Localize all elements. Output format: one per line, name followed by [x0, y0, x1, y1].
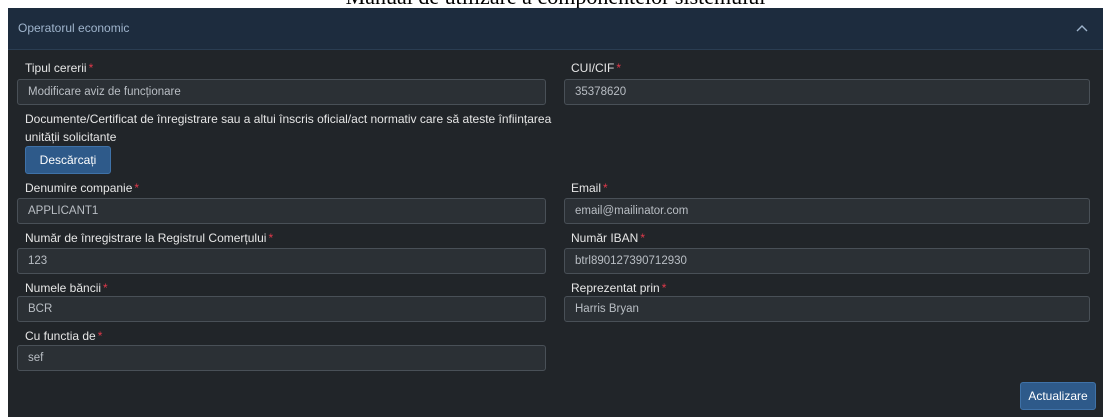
- denumire-companie-label: Denumire companie *: [25, 181, 140, 195]
- functia-field[interactable]: sef: [17, 345, 546, 371]
- tipul-cererii-field[interactable]: Modificare aviz de funcționare: [17, 79, 546, 105]
- email-field[interactable]: email@mailinator.com: [564, 198, 1090, 224]
- iban-field[interactable]: btrl890127390712930: [564, 248, 1090, 274]
- panel-title: Operatorul economic: [18, 21, 130, 35]
- nr-registru-field[interactable]: 123: [17, 248, 546, 274]
- denumire-companie-field[interactable]: APPLICANT1: [17, 198, 546, 224]
- update-button[interactable]: Actualizare: [1020, 382, 1096, 410]
- document-title: Manual de utilizare a componentelor sist…: [0, 0, 1111, 8]
- cui-cif-label: CUI/CIF *: [571, 61, 622, 75]
- download-button[interactable]: Descărcați: [25, 146, 111, 174]
- functia-label: Cu functia de *: [25, 329, 103, 343]
- email-label: Email *: [571, 181, 608, 195]
- reprezentat-field[interactable]: Harris Bryan: [564, 296, 1090, 322]
- chevron-up-icon[interactable]: [1075, 23, 1089, 33]
- documents-description: Documente/Certificat de înregistrare sau…: [25, 112, 552, 144]
- banca-field[interactable]: BCR: [17, 296, 546, 322]
- tipul-cererii-label: Tipul cererii *: [25, 61, 94, 75]
- banca-label: Numele băncii *: [25, 281, 108, 295]
- nr-registru-label: Număr de înregistrare la Registrul Comer…: [25, 231, 274, 245]
- iban-label: Număr IBAN *: [571, 231, 646, 245]
- reprezentat-label: Reprezentat prin *: [571, 281, 667, 295]
- panel-header[interactable]: Operatorul economic: [8, 8, 1103, 50]
- cui-cif-field[interactable]: 35378620: [564, 79, 1090, 105]
